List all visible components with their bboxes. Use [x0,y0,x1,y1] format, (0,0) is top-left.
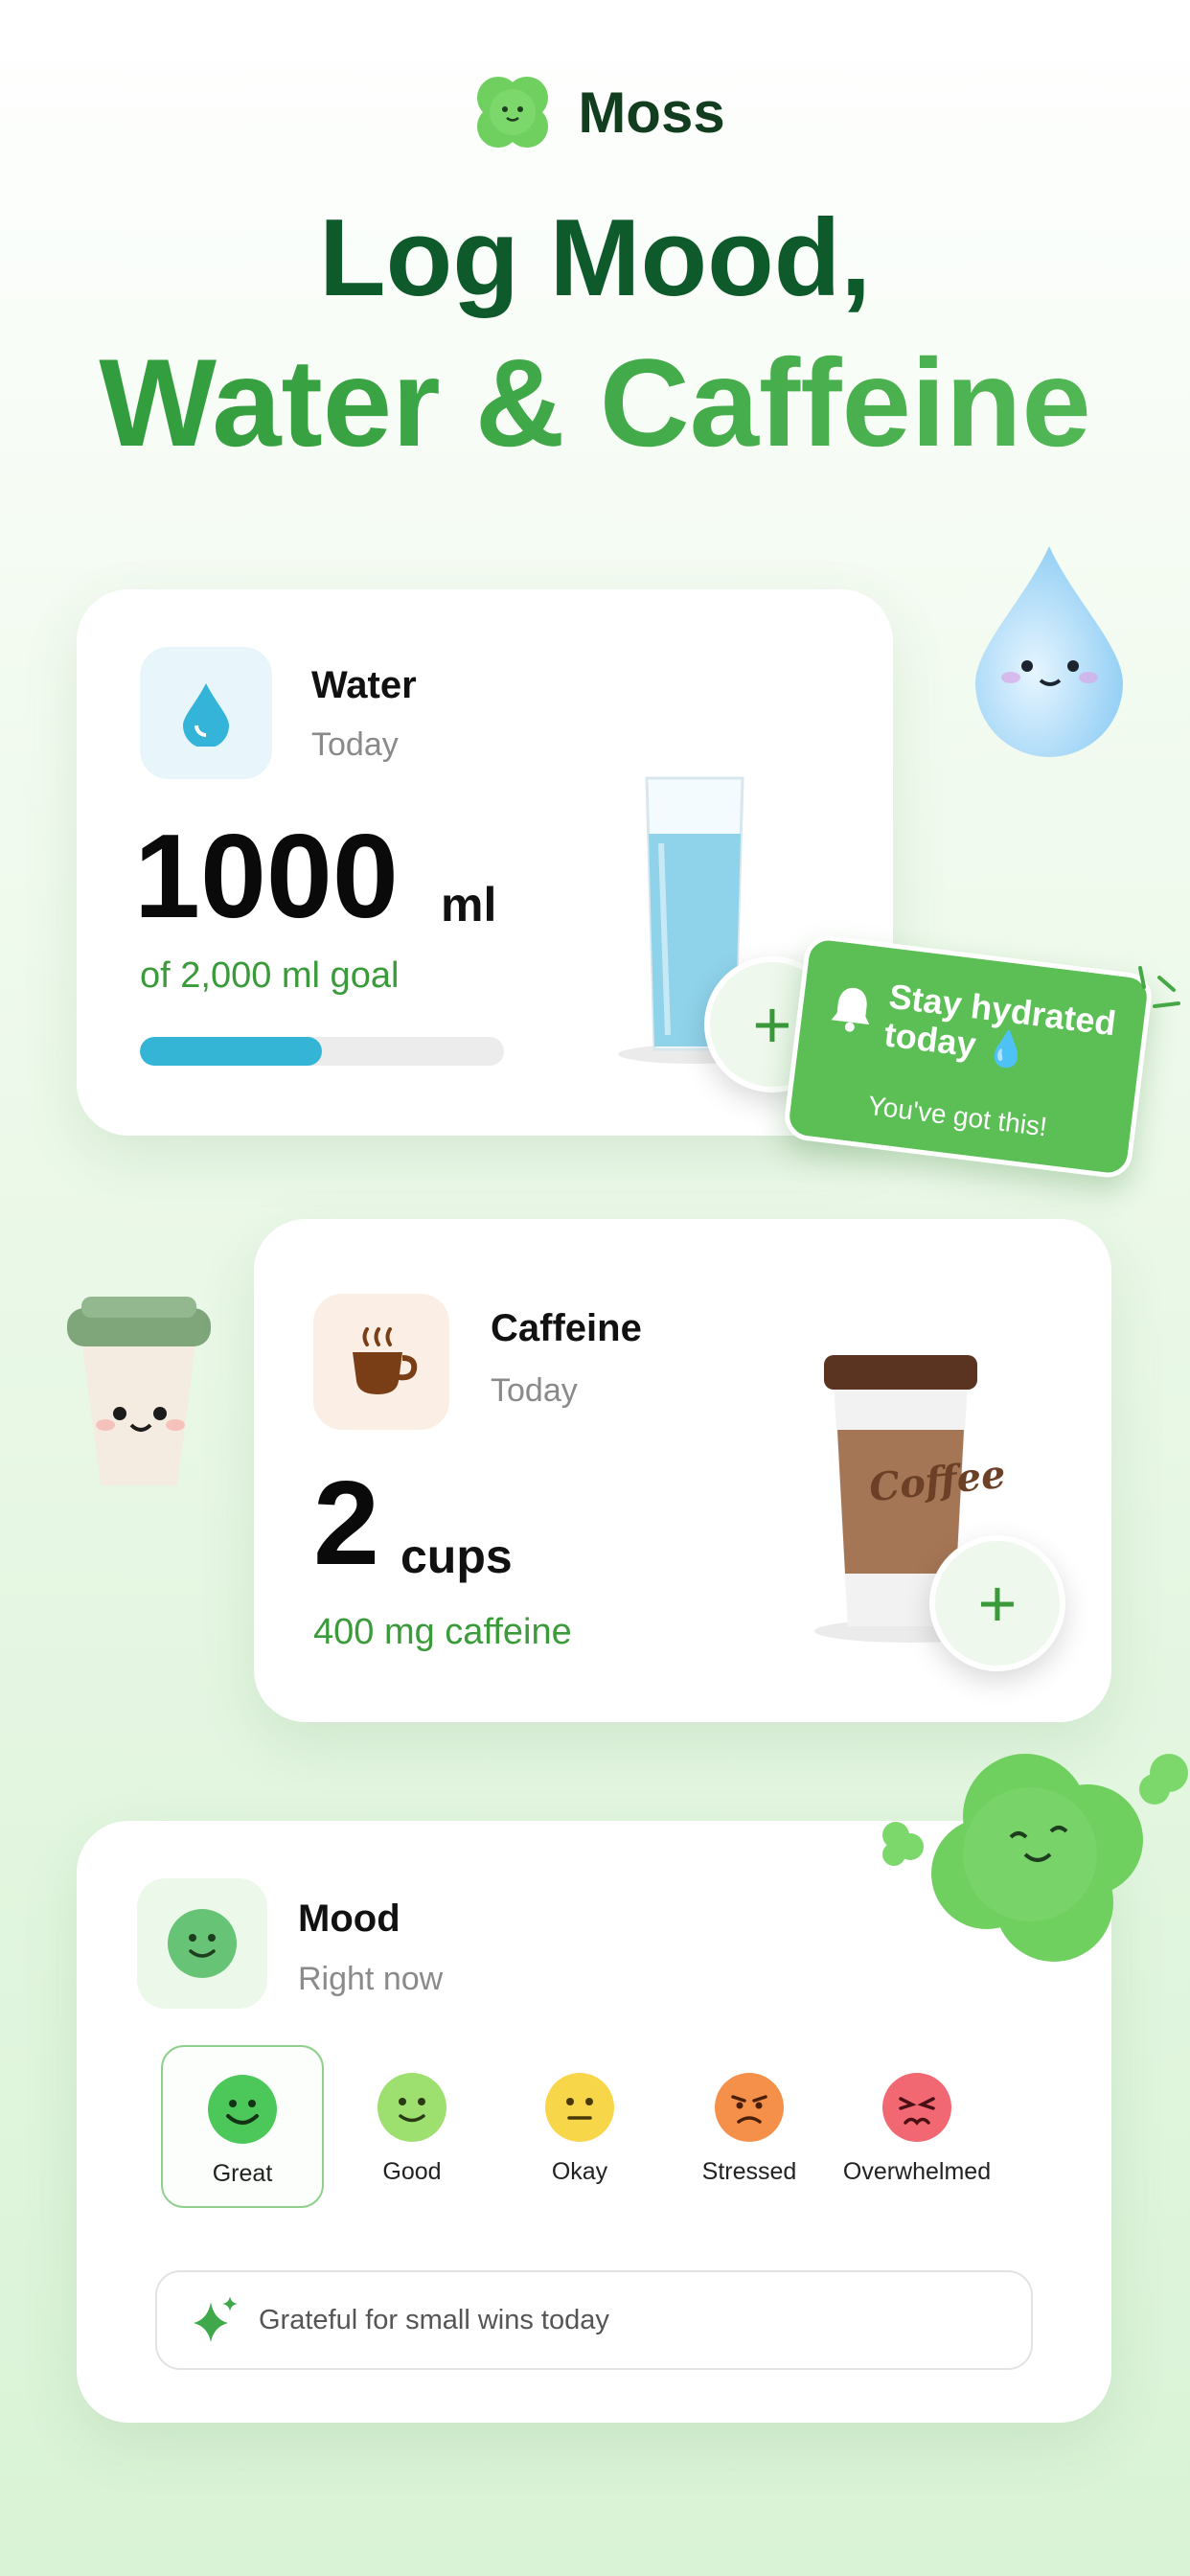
mood-option-overwhelmed[interactable]: Overwhelmed [835,2045,998,2208]
toast-title: Stay hydrated today 💧 [881,976,1118,1071]
caffeine-icon-tile [313,1294,449,1430]
smiley-face-icon [168,1909,237,1978]
good-face-icon [378,2073,446,2142]
mood-label-overwhelmed: Overwhelmed [842,2158,992,2185]
moss-logo-icon [477,77,549,148]
hydration-reminder-toast: Stay hydrated today 💧 You've got this! [782,932,1155,1181]
moss-mascot-icon [882,1754,1188,1962]
coffee-cup-mascot-icon [67,1297,211,1485]
water-unit: ml [441,878,497,932]
mood-subtitle: Right now [298,1961,444,1997]
mood-note-input[interactable]: Grateful for small wins today [155,2270,1033,2370]
headline-line-2: Water & Caffeine [0,335,1190,470]
water-drop-mascot-icon [975,546,1123,757]
mood-title: Mood [298,1898,400,1940]
mood-label-okay: Okay [551,2158,608,2185]
water-amount: 1000 [134,811,399,943]
water-progress-bar [140,1037,504,1066]
coffee-mug-icon [353,1327,418,1394]
mood-option-okay[interactable]: Okay [498,2045,661,2208]
add-caffeine-button[interactable]: + [929,1535,1065,1671]
mood-label-stressed: Stressed [701,2158,797,2185]
caffeine-card[interactable]: Caffeine Today 2 cups 400 mg caffeine Co… [254,1219,1111,1722]
mood-label-good: Good [382,2158,442,2185]
caffeine-amount: 2 [313,1458,379,1590]
toast-subtitle: You've got this! [866,1090,1049,1142]
water-card[interactable]: Water Today 1000 ml of 2,000 ml goal + [77,589,893,1136]
caffeine-subtitle: Today [491,1372,578,1409]
mood-option-good[interactable]: Good [331,2045,493,2208]
mood-option-great[interactable]: Great [161,2045,324,2208]
mood-label-great: Great [212,2160,273,2187]
water-title: Water [311,664,417,706]
caffeine-unit: cups [400,1530,513,1583]
stressed-face-icon [715,2073,784,2142]
headline-line-1: Log Mood, [318,197,872,319]
great-face-icon [208,2075,277,2144]
bell-icon [831,987,870,1032]
sparkle-icon [194,2296,238,2342]
overwhelmed-face-icon [882,2073,951,2142]
mood-option-stressed[interactable]: Stressed [668,2045,831,2208]
caffeine-title: Caffeine [491,1307,642,1349]
mood-options: Great Good Okay Stressed Overwhelmed [161,2045,1042,2208]
water-drop-icon [183,683,229,747]
caffeine-detail: 400 mg caffeine [313,1612,572,1652]
brand-name: Moss [578,80,725,145]
water-progress-fill [140,1037,322,1066]
sparkle-lines-icon [1138,966,1180,1008]
okay-face-icon [545,2073,614,2142]
mood-icon-tile [137,1878,267,2009]
water-icon-tile [140,647,272,779]
water-subtitle: Today [311,726,399,763]
app-brand: Moss [0,59,1190,165]
water-goal-text: of 2,000 ml goal [140,955,400,996]
mood-note-text: Grateful for small wins today [259,2304,609,2335]
